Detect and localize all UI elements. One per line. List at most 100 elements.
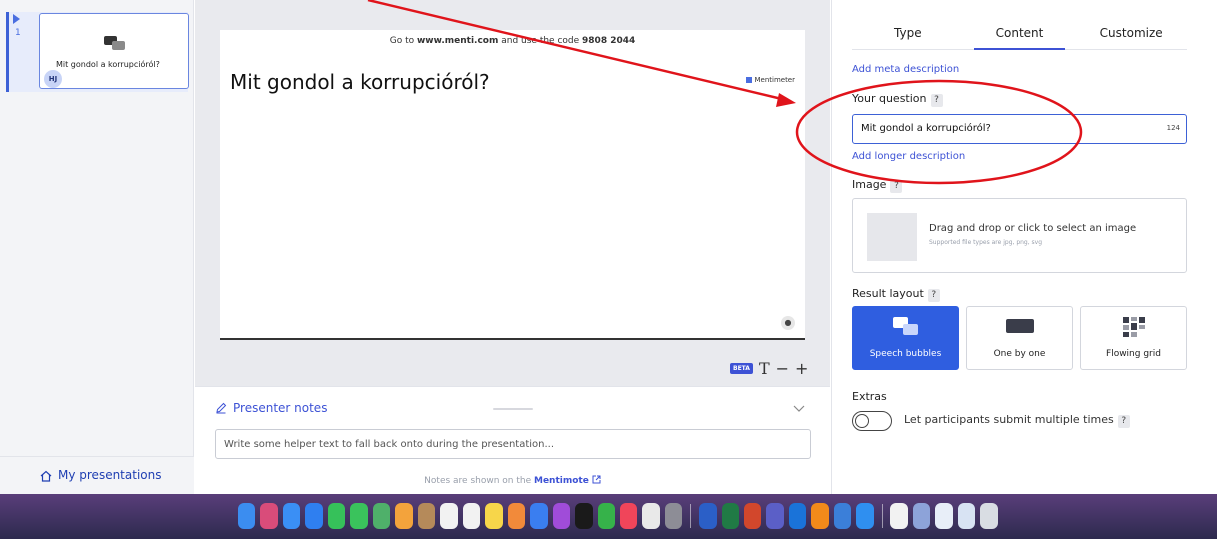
result-layout-label: Result layout? (852, 287, 940, 302)
maps-icon[interactable] (372, 503, 391, 529)
numbers-icon[interactable] (597, 503, 615, 529)
help-icon[interactable]: ? (927, 289, 940, 302)
excel-icon[interactable] (721, 503, 739, 529)
slide-thumbnail[interactable]: Mit gondol a korrupcióról? HJ (39, 13, 189, 89)
slide-text-toolbar: BETA T − + (730, 358, 808, 378)
panel-tabs: Type Content Customize (852, 20, 1187, 50)
presenter-notes-title: Presenter notes (233, 401, 328, 415)
dropzone-subtext: Supported file types are jpg, png, svg (929, 239, 1043, 246)
outlook-icon[interactable] (788, 503, 807, 529)
slide-title[interactable]: Mit gondol a korrupcióról? (230, 70, 490, 94)
speech-bubbles-icon (892, 317, 918, 335)
tab-customize[interactable]: Customize (1075, 20, 1187, 49)
image-dropzone[interactable]: Drag and drop or click to select an imag… (852, 198, 1187, 273)
tab-type[interactable]: Type (852, 20, 964, 49)
help-icon[interactable]: ? (930, 94, 943, 107)
contacts-icon[interactable] (417, 503, 436, 529)
help-icon[interactable]: ? (890, 180, 903, 193)
infuse-icon[interactable] (811, 503, 829, 529)
powerpoint-icon[interactable] (743, 503, 762, 529)
my-presentations-label: My presentations (58, 468, 162, 482)
photos-icon[interactable] (395, 503, 413, 529)
presenter-notes-header[interactable]: Presenter notes (215, 401, 327, 415)
slide-thumbnail-title: Mit gondol a korrupcióról? (56, 60, 160, 69)
music-icon[interactable] (619, 503, 638, 529)
dock-separator (881, 504, 883, 528)
layout-label: Speech bubbles (869, 349, 942, 359)
participant-icon: ● (781, 316, 795, 330)
calendar-icon[interactable] (440, 503, 458, 529)
tv-icon[interactable] (575, 503, 593, 529)
notes-footer: Notes are shown on the Mentimote (195, 475, 830, 486)
finder-icon[interactable] (238, 503, 256, 529)
my-presentations-link[interactable]: My presentations (0, 456, 194, 494)
messages-icon[interactable] (350, 503, 368, 529)
word-icon[interactable] (699, 503, 717, 529)
settings-panel: Type Content Customize Add meta descript… (831, 0, 1217, 494)
screen-icon[interactable] (935, 503, 953, 529)
home-icon (40, 470, 52, 482)
app-store-icon[interactable] (305, 503, 323, 529)
chevron-down-icon[interactable] (793, 405, 805, 413)
question-label: Your question? (852, 92, 943, 107)
mail-icon[interactable] (282, 503, 301, 529)
layout-one-by-one[interactable]: One by one (966, 306, 1073, 370)
freeform-icon[interactable] (507, 503, 526, 529)
slides-sidebar: 1 Mit gondol a korrupcióról? HJ My prese… (0, 0, 194, 494)
trash-icon[interactable] (980, 503, 998, 529)
settings-icon[interactable] (664, 503, 683, 529)
layout-label: Flowing grid (1106, 349, 1161, 359)
single-card-icon (1005, 319, 1034, 333)
drag-handle[interactable] (493, 408, 533, 410)
question-input[interactable]: Mit gondol a korrupcióról? 124 (852, 114, 1187, 144)
layout-label: One by one (993, 349, 1046, 359)
beta-badge: BETA (730, 362, 753, 374)
join-instructions: Go to www.menti.com and use the code 980… (389, 36, 636, 46)
chrome-icon[interactable] (642, 503, 660, 529)
tab-content[interactable]: Content (964, 20, 1076, 50)
pencil-icon (216, 402, 227, 414)
presenter-notes-input[interactable]: Write some helper text to fall back onto… (215, 429, 811, 459)
increase-text-button[interactable]: + (795, 359, 808, 378)
help-icon[interactable] (912, 503, 931, 529)
slide-editor: Go to www.menti.com and use the code 980… (195, 0, 830, 386)
toggle-knob (855, 414, 869, 428)
launchpad-icon[interactable] (260, 503, 278, 529)
decrease-text-button[interactable]: − (776, 359, 789, 378)
screen-2-icon[interactable] (957, 503, 976, 529)
keynote-icon[interactable] (530, 503, 548, 529)
help-icon[interactable]: ? (1117, 415, 1130, 428)
text-size-icon[interactable]: T (759, 359, 770, 378)
multiple-submissions-label: Let participants submit multiple times? (904, 413, 1130, 428)
reminders-icon[interactable] (462, 503, 481, 529)
play-icon[interactable] (13, 14, 20, 24)
external-link-icon[interactable] (592, 475, 601, 484)
multiple-submissions-toggle[interactable] (852, 411, 892, 431)
facetime-icon[interactable] (327, 503, 346, 529)
mentimeter-logo: Mentimeter (746, 76, 795, 84)
document-icon[interactable] (890, 503, 908, 529)
dropzone-text: Drag and drop or click to select an imag… (929, 223, 1137, 234)
add-meta-description-link[interactable]: Add meta description (852, 64, 959, 75)
presenter-notes: Presenter notes Write some helper text t… (195, 386, 830, 494)
layout-speech-bubbles[interactable]: Speech bubbles (852, 306, 959, 370)
safari-icon[interactable] (856, 503, 874, 529)
layout-flowing-grid[interactable]: Flowing grid (1080, 306, 1187, 370)
teams-icon[interactable] (766, 503, 784, 529)
slide-number: 1 (15, 28, 21, 38)
mentimote-link[interactable]: Mentimote (534, 476, 589, 486)
remote-desktop-icon[interactable] (833, 503, 852, 529)
notes-icon[interactable] (485, 503, 503, 529)
avatar: HJ (44, 70, 62, 88)
result-layout-options: Speech bubbles One by one Flowing grid (852, 306, 1187, 370)
speech-bubbles-icon (104, 36, 125, 50)
dock-separator (690, 504, 692, 528)
macos-dock (238, 499, 998, 533)
mentimeter-logo-icon (746, 77, 753, 83)
image-placeholder (867, 213, 917, 261)
add-longer-description-link[interactable]: Add longer description (852, 151, 965, 162)
grid-icon (1122, 317, 1145, 337)
podcasts-icon[interactable] (552, 503, 571, 529)
slide-canvas[interactable]: Go to www.menti.com and use the code 980… (220, 30, 805, 340)
slide-list-item[interactable]: 1 Mit gondol a korrupcióról? HJ (6, 12, 189, 92)
